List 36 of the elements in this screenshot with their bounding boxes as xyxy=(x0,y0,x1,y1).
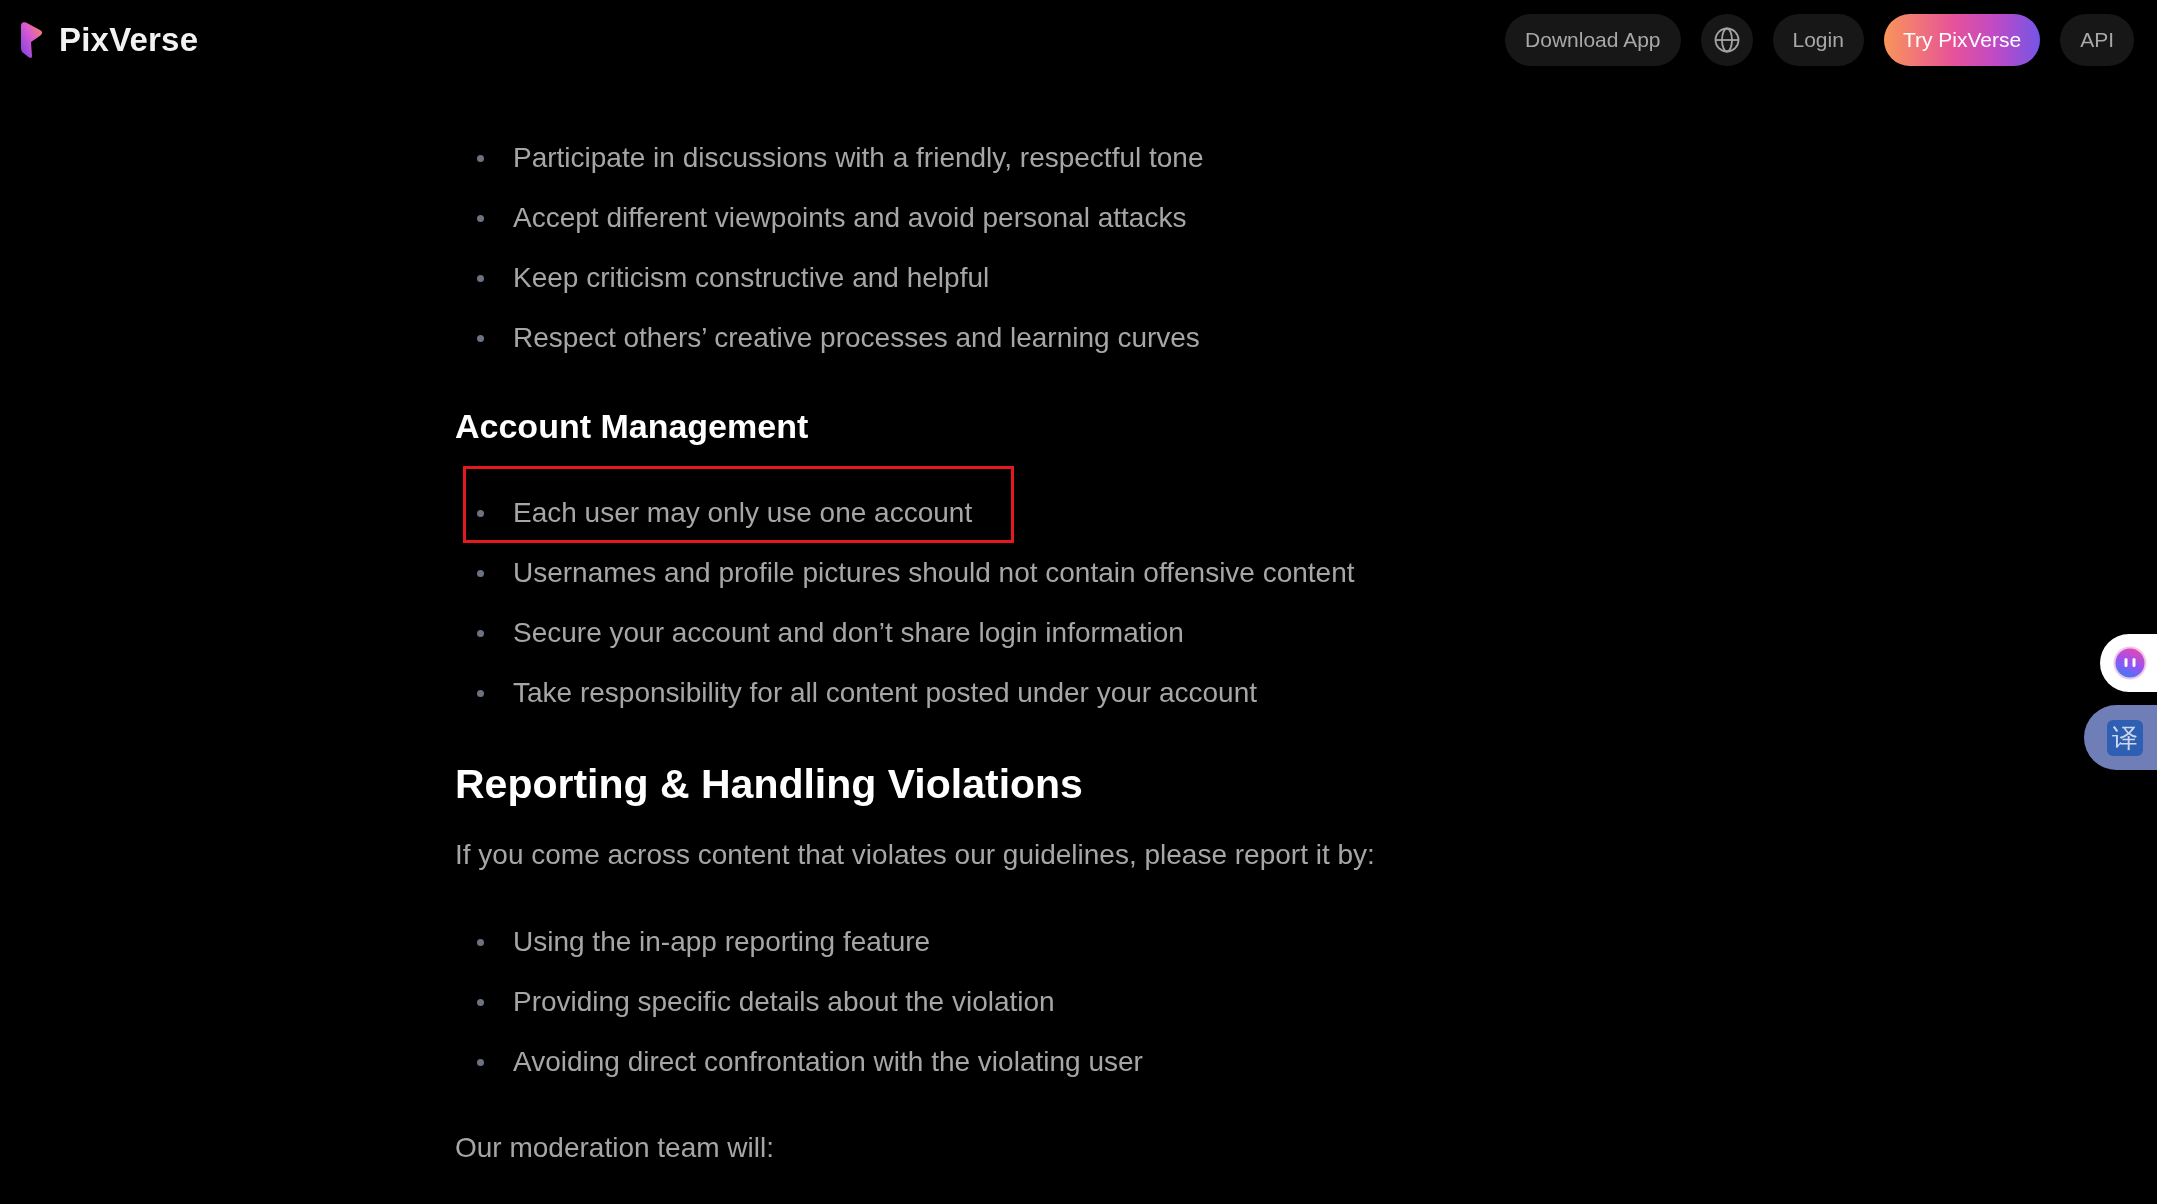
nav-button[interactable]: Download App xyxy=(1505,14,1681,66)
list-item: Accept different viewpoints and avoid personal attacks xyxy=(513,202,1187,234)
list-item: Respect others’ creative processes and learning curves xyxy=(513,322,1200,354)
bullet-icon xyxy=(477,214,484,222)
list-item: Providing specific details about the violation xyxy=(513,986,1055,1018)
list-item: Avoiding direct confrontation with the violating user xyxy=(513,1046,1143,1078)
nav-button[interactable]: Login xyxy=(1772,14,1864,66)
logo-text: PixVerse xyxy=(59,21,199,59)
paragraph: If you come across content that violates our guidelines, please report it by: xyxy=(455,838,1375,872)
bullet-icon xyxy=(477,689,484,697)
translate-button[interactable]: 译 xyxy=(2084,705,2157,770)
section-title: Reporting & Handling Violations xyxy=(455,760,1083,809)
section-heading: Account Management xyxy=(455,406,809,447)
globe-icon xyxy=(1713,27,1740,53)
bullet-icon xyxy=(477,1058,484,1066)
bullet-icon xyxy=(477,569,484,577)
try-button[interactable]: Try PixVerse xyxy=(1883,14,2041,66)
bullet-icon xyxy=(477,938,484,946)
paragraph: Our moderation team will: xyxy=(455,1131,774,1165)
list-item: Secure your account and don’t share login information xyxy=(513,617,1184,649)
bullet-icon xyxy=(477,334,484,342)
list-item: Participate in discussions with a friendly, respectful tone xyxy=(513,142,1204,174)
list-item: Keep criticism constructive and helpful xyxy=(513,262,990,294)
nav-button[interactable]: API xyxy=(2060,14,2134,66)
bullet-icon xyxy=(477,998,484,1006)
logo-icon xyxy=(20,21,44,59)
assistant-button[interactable] xyxy=(2100,634,2157,692)
list-item: Using the in-app reporting feature xyxy=(513,926,931,958)
bullet-icon xyxy=(477,154,484,162)
list-item: Usernames and profile pictures should not contain offensive content xyxy=(513,557,1355,589)
bullet-icon xyxy=(477,509,484,517)
bullet-icon xyxy=(477,629,484,637)
list-item: Each user may only use one account xyxy=(513,497,973,529)
face-icon xyxy=(2113,646,2147,680)
bullet-icon xyxy=(477,274,484,282)
list-item: Take responsibility for all content posted under your account xyxy=(513,677,1257,709)
